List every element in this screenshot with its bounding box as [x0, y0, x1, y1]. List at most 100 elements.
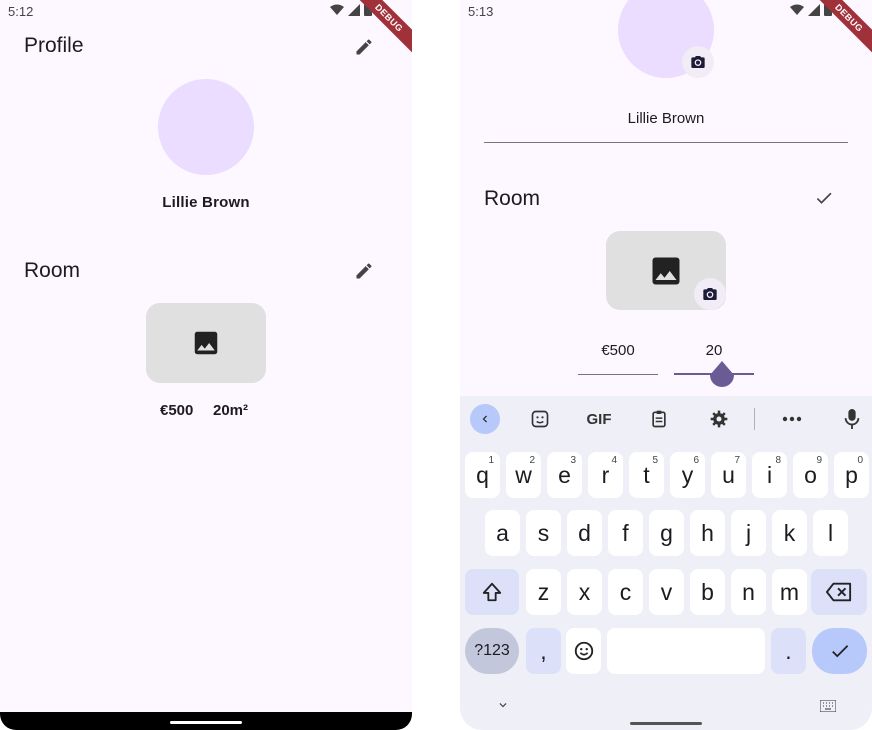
- key-l[interactable]: l: [813, 510, 848, 556]
- key-j[interactable]: j: [731, 510, 766, 556]
- key-label: f: [622, 519, 629, 546]
- key-number-hint: 3: [570, 455, 576, 466]
- space-key[interactable]: [607, 628, 765, 674]
- wifi-icon: [330, 4, 344, 15]
- key-k[interactable]: k: [772, 510, 807, 556]
- emoji-key[interactable]: [566, 628, 601, 674]
- key-m[interactable]: m: [772, 569, 807, 615]
- key-label: c: [619, 578, 632, 605]
- clipboard-button[interactable]: [645, 404, 673, 434]
- key-r[interactable]: r4: [588, 452, 623, 498]
- key-o[interactable]: o9: [793, 452, 828, 498]
- key-u[interactable]: u7: [711, 452, 746, 498]
- key-number-hint: 0: [857, 455, 863, 466]
- name-input[interactable]: Lillie Brown: [484, 110, 848, 127]
- key-label: n: [742, 578, 755, 605]
- key-v[interactable]: v: [649, 569, 684, 615]
- key-t[interactable]: t5: [629, 452, 664, 498]
- keyboard-toolbar: GIF: [460, 396, 872, 442]
- keyboard-switch-button[interactable]: [819, 699, 837, 717]
- key-label: r: [601, 461, 610, 488]
- key-label: p: [845, 461, 858, 488]
- key-label: t: [643, 461, 650, 488]
- symbols-key[interactable]: ?123: [465, 628, 519, 674]
- area-input[interactable]: 20: [674, 342, 754, 359]
- key-label: v: [660, 578, 673, 605]
- status-time: 5:13: [468, 4, 494, 19]
- key-number-hint: 6: [693, 455, 699, 466]
- edit-room-button[interactable]: [350, 257, 378, 285]
- key-d[interactable]: d: [567, 510, 602, 556]
- more-button[interactable]: [778, 404, 806, 434]
- camera-icon: [703, 288, 717, 300]
- key-label: s: [537, 519, 550, 546]
- key-q[interactable]: q1: [465, 452, 500, 498]
- edit-profile-button[interactable]: [350, 33, 378, 61]
- change-room-image-button[interactable]: [694, 278, 726, 310]
- key-label: q: [476, 461, 489, 488]
- key-label: e: [558, 461, 571, 488]
- hide-keyboard-button[interactable]: [496, 698, 510, 717]
- key-label: l: [827, 519, 834, 546]
- period-key[interactable]: .: [771, 628, 806, 674]
- key-number-hint: 2: [529, 455, 535, 466]
- backspace-icon: [826, 582, 852, 602]
- key-e[interactable]: e3: [547, 452, 582, 498]
- room-title: Room: [484, 187, 541, 210]
- key-label: u: [722, 461, 735, 488]
- key-h[interactable]: h: [690, 510, 725, 556]
- backspace-key[interactable]: [811, 569, 867, 615]
- sticker-icon: [531, 410, 549, 428]
- save-room-button[interactable]: [810, 184, 838, 212]
- room-title: Room: [24, 259, 81, 282]
- chevron-down-icon: [499, 703, 507, 708]
- status-time: 5:12: [8, 4, 34, 19]
- sticker-button[interactable]: [526, 404, 554, 434]
- done-key[interactable]: [812, 628, 867, 674]
- image-icon: [652, 257, 680, 284]
- text-cursor-handle[interactable]: [710, 361, 734, 389]
- key-x[interactable]: x: [567, 569, 602, 615]
- key-label: g: [660, 519, 673, 546]
- check-icon: [816, 192, 832, 204]
- keyboard-back-button[interactable]: [470, 404, 500, 434]
- key-label: z: [537, 578, 550, 605]
- key-number-hint: 4: [611, 455, 617, 466]
- room-area: 20m²: [213, 402, 249, 419]
- price-input[interactable]: €500: [578, 342, 658, 359]
- avatar: [158, 79, 254, 175]
- room-price: €500: [160, 402, 194, 419]
- key-w[interactable]: w2: [506, 452, 541, 498]
- settings-button[interactable]: [705, 404, 733, 434]
- key-number-hint: 5: [652, 455, 658, 466]
- key-b[interactable]: b: [690, 569, 725, 615]
- price-input-underline: [578, 374, 658, 375]
- voice-input-button[interactable]: [838, 404, 866, 434]
- more-icon: [782, 416, 802, 422]
- key-label: a: [496, 519, 509, 546]
- key-s[interactable]: s: [526, 510, 561, 556]
- key-number-hint: 9: [816, 455, 822, 466]
- emoji-icon: [574, 641, 593, 661]
- shift-key[interactable]: [465, 569, 519, 615]
- key-y[interactable]: y6: [670, 452, 705, 498]
- key-z[interactable]: z: [526, 569, 561, 615]
- pencil-icon: [356, 263, 372, 279]
- comma-key[interactable]: ,: [526, 628, 561, 674]
- key-f[interactable]: f: [608, 510, 643, 556]
- key-label: b: [701, 578, 714, 605]
- home-indicator[interactable]: [630, 722, 702, 725]
- key-n[interactable]: n: [731, 569, 766, 615]
- key-p[interactable]: p0: [834, 452, 869, 498]
- wifi-icon: [790, 4, 804, 15]
- key-g[interactable]: g: [649, 510, 684, 556]
- gif-button[interactable]: GIF: [582, 404, 616, 434]
- home-indicator[interactable]: [170, 721, 242, 724]
- user-name: Lillie Brown: [162, 194, 250, 211]
- toolbar-divider: [754, 408, 755, 430]
- key-i[interactable]: i8: [752, 452, 787, 498]
- key-c[interactable]: c: [608, 569, 643, 615]
- key-a[interactable]: a: [485, 510, 520, 556]
- change-avatar-button[interactable]: [682, 46, 714, 78]
- keyboard-icon: [819, 699, 837, 713]
